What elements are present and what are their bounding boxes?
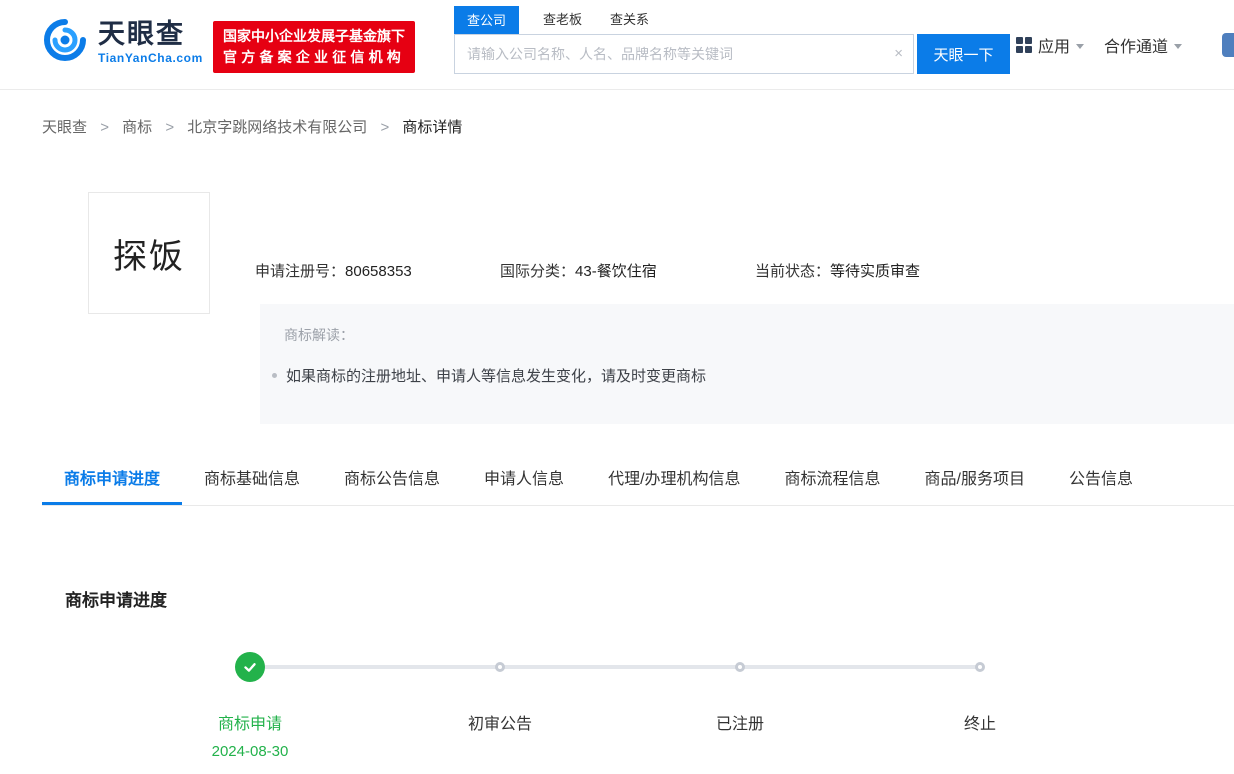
search-tab-boss[interactable]: 查老板 (543, 5, 582, 34)
node-wrap (880, 640, 1080, 694)
breadcrumb-separator: > (100, 119, 109, 136)
search-tab-company[interactable]: 查公司 (454, 6, 520, 34)
field-label: 当前状态： (755, 263, 831, 280)
interpretation-title: 商标解读： (284, 327, 354, 343)
interpretation-box: 商标解读： 如果商标的注册地址、申请人等信息发生变化，请及时变更商标 (260, 304, 1234, 424)
node-wrap (640, 640, 840, 694)
partial-edge-icon[interactable] (1222, 33, 1234, 57)
field-international-class: 国际分类：43-餐饮住宿 (500, 260, 657, 281)
field-value: 43-餐饮住宿 (575, 263, 657, 280)
tab-application-progress[interactable]: 商标申请进度 (42, 455, 183, 505)
breadcrumb-company[interactable]: 北京字跳网络技术有限公司 (187, 119, 367, 136)
check-icon (235, 652, 265, 682)
search-button[interactable]: 天眼一下 (917, 34, 1010, 74)
nav-apps[interactable]: 应用 (1016, 33, 1085, 57)
nav-partner[interactable]: 合作通道 (1104, 33, 1183, 57)
timeline-step-registered: 已注册 (640, 640, 840, 734)
apps-grid-icon (1016, 37, 1032, 53)
chevron-down-icon (1076, 43, 1085, 49)
breadcrumb-separator: > (380, 119, 390, 136)
chevron-down-icon (1174, 43, 1183, 49)
field-value: 等待实质审查 (830, 263, 921, 280)
search-tab-relation[interactable]: 查关系 (610, 5, 649, 34)
search-input[interactable] (454, 34, 914, 74)
tab-applicant-info[interactable]: 申请人信息 (462, 455, 586, 505)
logo-brand: 天眼查 (98, 18, 185, 49)
trademark-detail-page: 天眼查 TianYanCha.com 国家中小企业发展子基金旗下 官方备案企业征… (0, 0, 1234, 774)
certification-badge: 国家中小企业发展子基金旗下 官方备案企业征信机构 (213, 21, 415, 73)
tab-process-info[interactable]: 商标流程信息 (763, 455, 903, 505)
tianyancha-logo[interactable]: 天眼查 TianYanCha.com (42, 17, 203, 68)
tab-basic-info[interactable]: 商标基础信息 (182, 455, 322, 505)
tianyancha-logo-icon (42, 17, 88, 68)
field-registration-number: 申请注册号：80658353 (255, 260, 412, 281)
pending-circle-icon (495, 662, 505, 672)
search-area: 查公司 查老板 查关系 × 天眼一下 (454, 5, 1010, 74)
field-label: 国际分类： (500, 263, 576, 280)
search-input-wrap: × (454, 34, 914, 74)
timeline-step-applied: 商标申请 2024-08-30 (150, 640, 350, 760)
search-tabs: 查公司 查老板 查关系 (454, 5, 1010, 34)
node-wrap (400, 640, 600, 694)
tab-announcement-info[interactable]: 公告信息 (1047, 455, 1155, 505)
tab-gazette-info[interactable]: 商标公告信息 (322, 455, 462, 505)
section-title: 商标申请进度 (65, 591, 167, 610)
field-current-status: 当前状态：等待实质审查 (755, 260, 920, 281)
step-date: 2024-08-30 (211, 743, 289, 760)
pending-circle-icon (975, 662, 985, 672)
field-value: 80658353 (345, 263, 412, 280)
breadcrumb-home[interactable]: 天眼查 (42, 119, 87, 136)
interpretation-text: 如果商标的注册地址、申请人等信息发生变化，请及时变更商标 (286, 368, 707, 385)
bullet-dot-icon (272, 373, 277, 378)
pending-circle-icon (735, 662, 745, 672)
timeline-step-preliminary: 初审公告 (400, 640, 600, 734)
tab-agency-info[interactable]: 代理/办理机构信息 (586, 455, 762, 505)
field-label: 申请注册号： (255, 263, 346, 280)
detail-tabs: 商标申请进度 商标基础信息 商标公告信息 申请人信息 代理/办理机构信息 商标流… (42, 455, 1234, 506)
breadcrumb-trademark[interactable]: 商标 (122, 119, 152, 136)
logo-text: 天眼查 TianYanCha.com (98, 18, 203, 66)
logo-domain: TianYanCha.com (98, 51, 203, 66)
timeline-track (250, 665, 980, 669)
badge-line2: 官方备案企业征信机构 (223, 49, 405, 65)
nav-apps-label: 应用 (1038, 39, 1071, 56)
tab-goods-services[interactable]: 商品/服务项目 (903, 455, 1047, 505)
clear-icon[interactable]: × (894, 44, 903, 64)
timeline-step-terminated: 终止 (880, 640, 1080, 734)
node-wrap (150, 640, 350, 694)
nav-partner-label: 合作通道 (1104, 39, 1169, 56)
step-label: 已注册 (715, 716, 764, 733)
search-row: × 天眼一下 (454, 34, 1010, 74)
breadcrumb-separator: > (165, 119, 175, 136)
breadcrumb-current: 商标详情 (402, 119, 463, 136)
trademark-image[interactable]: 探饭 (88, 192, 210, 314)
site-header: 天眼查 TianYanCha.com 国家中小企业发展子基金旗下 官方备案企业征… (0, 0, 1234, 90)
badge-line1: 国家中小企业发展子基金旗下 (223, 28, 405, 44)
breadcrumb: 天眼查 > 商标 > 北京字跳网络技术有限公司 > 商标详情 (42, 116, 462, 137)
progress-timeline: 商标申请 2024-08-30 初审公告 已注册 终止 (0, 640, 1234, 770)
interpretation-line: 如果商标的注册地址、申请人等信息发生变化，请及时变更商标 (272, 365, 1234, 386)
step-label: 初审公告 (467, 716, 532, 733)
step-label: 终止 (963, 716, 996, 733)
trademark-name: 探饭 (113, 238, 185, 276)
step-label: 商标申请 (217, 716, 282, 733)
